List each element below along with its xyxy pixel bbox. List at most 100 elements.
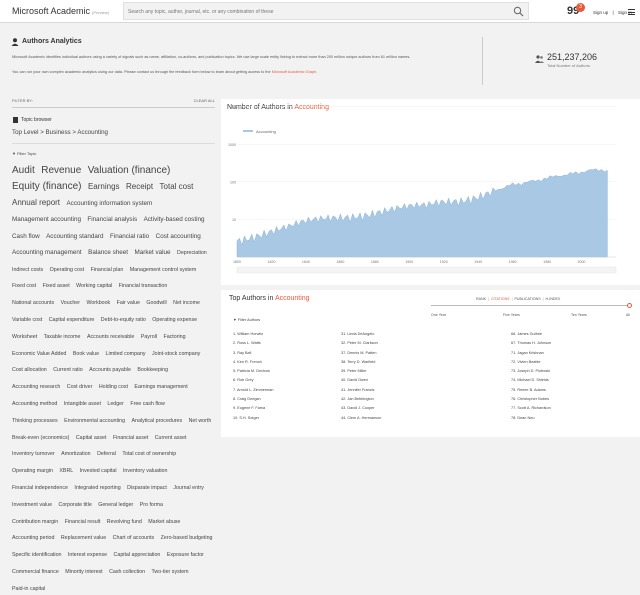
author-link[interactable]: 8. Craig Deegan (233, 397, 274, 406)
topic-tag[interactable]: Specific identification (12, 552, 61, 558)
topic-tag[interactable]: Exposure factor (167, 552, 204, 558)
topic-tag[interactable]: Variable cost (12, 317, 42, 323)
topic-tag[interactable]: Current ratio (53, 368, 82, 374)
author-link[interactable]: 38. Terry D. Warfield (341, 360, 381, 369)
tab-rank[interactable]: RANK (476, 297, 486, 301)
topic-tag[interactable]: Inventory turnover (12, 452, 55, 458)
topic-tag[interactable]: Integrated reporting (74, 485, 120, 491)
author-link[interactable]: 66. James Guthrie (511, 332, 551, 341)
topic-tag[interactable]: Book value (73, 351, 99, 357)
topic-tag[interactable]: Chart of accounts (113, 536, 155, 542)
topic-tag[interactable]: Net worth (189, 418, 212, 424)
topic-tag[interactable]: General ledger (98, 502, 133, 508)
topic-tag[interactable]: Ledger (107, 401, 124, 407)
author-link[interactable]: 44. Clem A. Hermanson (341, 416, 381, 425)
topic-tag[interactable]: Corporate title (59, 502, 92, 508)
topic-tag[interactable]: Interest expense (68, 552, 107, 558)
topic-tag[interactable]: Fair value (117, 300, 140, 306)
topic-tag[interactable]: Audit (12, 166, 35, 176)
author-link[interactable]: 71. Jagan Krishnan (511, 351, 551, 360)
topic-tag[interactable]: Working capital (76, 284, 112, 290)
topic-tag[interactable]: Commercial finance (12, 569, 59, 575)
topic-tag[interactable]: Revenue (41, 166, 81, 176)
topic-tag[interactable]: Limited company (106, 351, 146, 357)
topic-tag[interactable]: National accounts (12, 300, 54, 306)
author-link[interactable]: 72. Vivien Beattie (511, 360, 551, 369)
topic-tag[interactable]: Worksheet (12, 334, 37, 340)
filter-authors-toggle[interactable]: ▼ Filter Authors (233, 318, 260, 322)
topic-tag[interactable]: Factoring (163, 334, 185, 340)
topic-tag[interactable]: Capital appreciation (114, 552, 161, 558)
author-link[interactable]: 7. Arnold L. Zimmerman (233, 388, 274, 397)
topic-tag[interactable]: Annual report (12, 199, 60, 207)
topic-tag[interactable]: Invested capital (80, 468, 117, 474)
topic-tag[interactable]: Operating cost (50, 267, 84, 273)
brand-logo[interactable]: Microsoft Academic (Preview) (12, 6, 109, 16)
topic-tag[interactable]: Voucher (61, 300, 80, 306)
notification-badge[interactable]: 3 (576, 3, 585, 12)
author-link[interactable]: 4. Ken R. French (233, 360, 274, 369)
topic-tag[interactable]: Accounting information system (66, 200, 152, 207)
topic-tag[interactable]: Journal entry (173, 485, 204, 491)
topic-tag[interactable]: Accounting management (12, 249, 82, 256)
author-link[interactable]: 9. Eugene F. Fama (233, 406, 274, 415)
topic-tag[interactable]: Debt-to-equity ratio (101, 317, 146, 323)
topic-tag[interactable]: Balance sheet (88, 249, 128, 256)
author-link[interactable]: 6. Rob Grey (233, 378, 274, 387)
topic-tag[interactable]: Fixed cost (12, 284, 36, 290)
topic-tag[interactable]: Operating margin (12, 468, 53, 474)
topic-tag[interactable]: Deferral (97, 452, 116, 458)
topic-tag[interactable]: Joint-stock company (152, 351, 200, 357)
topic-tag[interactable]: Total cost (160, 183, 194, 191)
topic-tag[interactable]: Fixed asset (43, 284, 70, 290)
author-link[interactable]: 43. David J. Cooper (341, 406, 381, 415)
topic-tag[interactable]: Economic Value Added (12, 351, 66, 357)
topic-tag[interactable]: Management control system (130, 267, 197, 273)
topic-tag[interactable]: Contribution margin (12, 519, 58, 525)
topic-tag[interactable]: Minority interest (65, 569, 102, 575)
topic-tag[interactable]: Inventory valuation (123, 468, 167, 474)
topic-tag[interactable]: Analytical procedures (132, 418, 183, 424)
topic-tag[interactable]: Financial plan (91, 267, 124, 273)
topic-tag[interactable]: Revolving fund (107, 519, 142, 525)
topic-tag[interactable]: Current asset (155, 435, 187, 441)
topic-tag[interactable]: Financial analysis (87, 216, 137, 223)
topic-tag[interactable]: Cost accounting (156, 233, 201, 240)
topic-tag[interactable]: Accounts receivable (87, 334, 134, 340)
author-link[interactable]: 67. Thomas H. Johnson (511, 341, 551, 350)
topic-tag[interactable]: Zero-based budgeting (161, 536, 213, 542)
topic-tag[interactable]: Valuation (finance) (88, 166, 171, 176)
topic-tag[interactable]: Financial ratio (110, 233, 149, 240)
topic-tag[interactable]: Accounting research (12, 384, 60, 390)
author-link[interactable]: 31. Linda DeAngelo (341, 332, 381, 341)
topic-tag[interactable]: Financial transaction (119, 284, 168, 290)
topic-tag[interactable]: Pro forma (140, 502, 163, 508)
author-link[interactable]: 3. Ray Ball (233, 351, 274, 360)
sign-up-link[interactable]: Sign up (593, 10, 608, 15)
topic-tag[interactable]: Accounting standard (46, 233, 103, 240)
topic-tag[interactable]: Accounts payable (89, 368, 131, 374)
topic-tag[interactable]: Workbook (86, 300, 110, 306)
author-link[interactable]: 73. Joseph D. Piotroski (511, 369, 551, 378)
topic-tag[interactable]: Activity-based costing (144, 216, 205, 223)
author-link[interactable]: 10. S.H. Sotger (233, 416, 274, 425)
author-link[interactable]: 77. Scott A. Richardson (511, 406, 551, 415)
clear-all-button[interactable]: CLEAR ALL (194, 98, 215, 103)
mag-link[interactable]: Microsoft Academic Graph. (272, 70, 318, 74)
topic-tag[interactable]: Financial independence (12, 485, 68, 491)
topic-tag[interactable]: Operating expense (152, 317, 197, 323)
author-link[interactable]: 75. Renee B. Adams (511, 388, 551, 397)
topic-tag[interactable]: Cash flow (12, 233, 40, 240)
author-link[interactable]: 32. Peter M. Clarkson (341, 341, 381, 350)
topic-tag[interactable]: Equity (finance) (12, 182, 81, 192)
author-link[interactable]: 78. Dean Neu (511, 416, 551, 425)
author-link[interactable]: 2. Ross L. Watts (233, 341, 274, 350)
topic-tag[interactable]: Financial asset (113, 435, 148, 441)
topic-tag[interactable]: Thinking processes (12, 418, 58, 424)
author-link[interactable]: 42. Jan Bebbington (341, 397, 381, 406)
topic-tag[interactable]: Amortization (61, 452, 90, 458)
topic-tag[interactable]: Financial result (65, 519, 101, 525)
topic-tag[interactable]: Bookkeeping (137, 368, 168, 374)
slider-handle[interactable] (627, 303, 632, 308)
topic-tag[interactable]: Earnings management (134, 384, 187, 390)
